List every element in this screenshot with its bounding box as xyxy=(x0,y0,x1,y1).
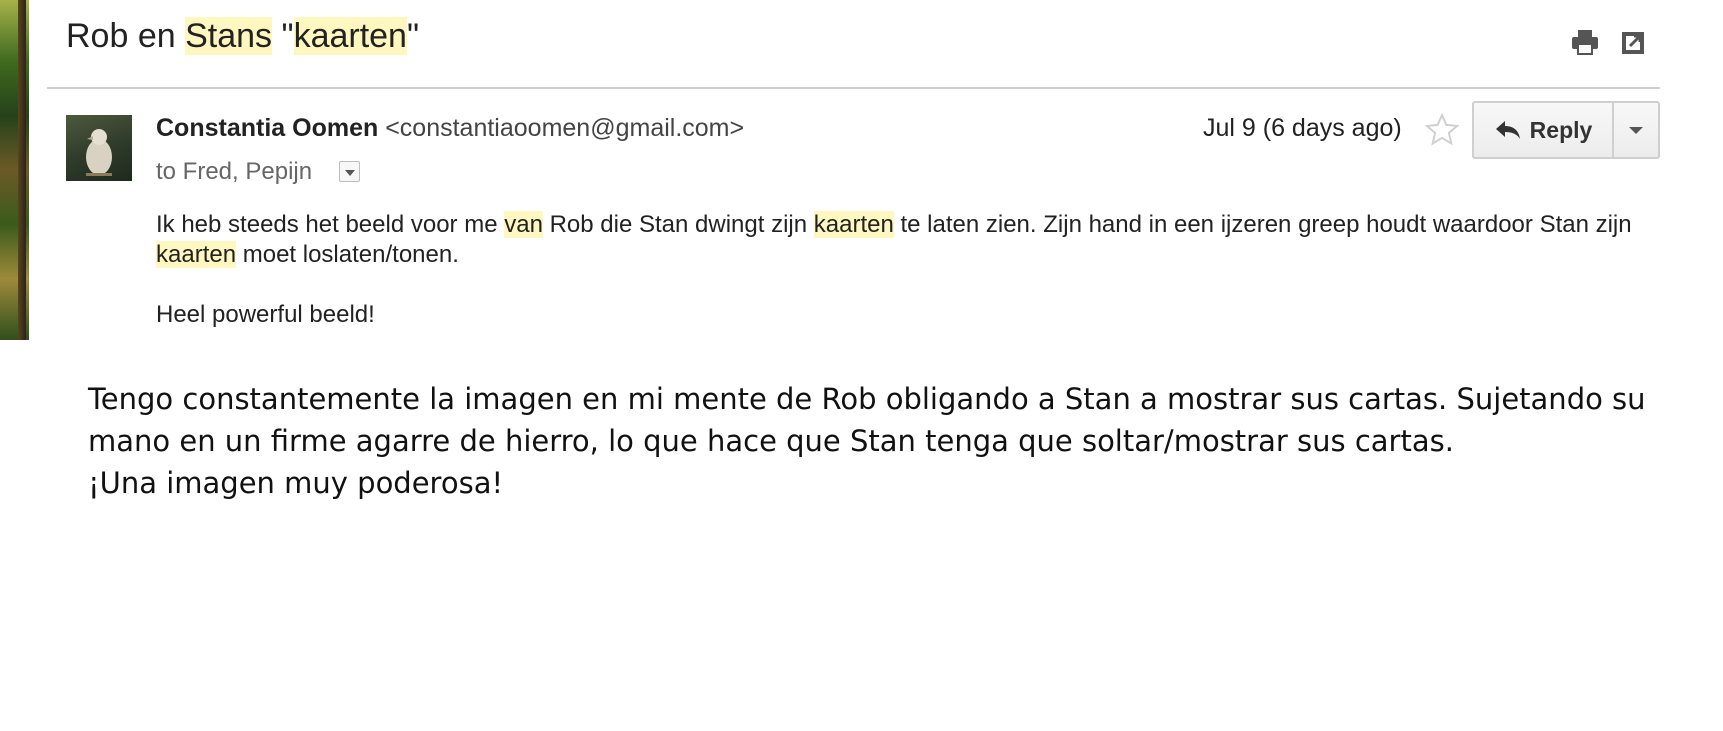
bird-avatar-image xyxy=(86,129,112,176)
message-date: Jul 9 (6 days ago) xyxy=(1203,114,1402,142)
more-actions-dropdown[interactable] xyxy=(1614,103,1658,157)
sender-name: Constantia Oomen xyxy=(156,114,379,142)
body-text: te laten zien. Zijn hand in een ijzeren … xyxy=(893,211,1632,238)
star-icon[interactable] xyxy=(1424,112,1460,148)
message-body: Ik heb steeds het beeld voor me van Rob … xyxy=(156,210,1686,330)
subject-part: Rob en xyxy=(66,17,186,55)
recipients: to Fred, Pepijn xyxy=(156,158,313,185)
recipients-dropdown-button[interactable] xyxy=(339,161,360,182)
translation-line-1: Tengo constantemente la imagen en mi men… xyxy=(88,382,1646,458)
body-highlight-van: van xyxy=(504,211,543,238)
body-highlight-kaarten: kaarten xyxy=(156,241,237,268)
reply-button[interactable]: Reply xyxy=(1474,103,1614,157)
body-text: Rob die Stan dwingt zijn xyxy=(542,211,814,238)
subject-highlight-stans: Stans xyxy=(185,17,273,55)
sender-line: Constantia Oomen <constantiaoomen@gmail.… xyxy=(156,114,744,143)
reply-label: Reply xyxy=(1529,116,1593,143)
sender-email: <constantiaoomen@gmail.com> xyxy=(385,114,745,142)
body-text: moet loslaten/tonen. xyxy=(236,241,459,268)
email-subject: Rob en Stans "kaarten" xyxy=(66,17,419,56)
open-in-new-window-icon[interactable] xyxy=(1620,28,1648,56)
print-icon[interactable] xyxy=(1570,28,1600,56)
sender-avatar xyxy=(66,115,132,181)
body-paragraph-1: Ik heb steeds het beeld voor me van Rob … xyxy=(156,210,1686,270)
background-foliage-image xyxy=(0,0,29,340)
translation-line-2: ¡Una imagen muy poderosa! xyxy=(88,466,504,500)
reply-button-group: Reply xyxy=(1472,101,1660,159)
body-paragraph-2: Heel powerful beeld! xyxy=(156,301,375,328)
spanish-translation: Tengo constantemente la imagen en mi men… xyxy=(88,378,1708,504)
subject-part: " xyxy=(272,17,294,55)
body-text: Ik heb steeds het beeld voor me xyxy=(156,211,505,238)
header-divider xyxy=(47,87,1660,89)
subject-part: " xyxy=(406,17,420,55)
reply-arrow-icon xyxy=(1495,121,1520,139)
body-highlight-kaarten: kaarten xyxy=(813,211,894,238)
subject-highlight-kaarten: kaarten xyxy=(293,17,407,55)
chevron-down-icon xyxy=(1629,126,1643,134)
